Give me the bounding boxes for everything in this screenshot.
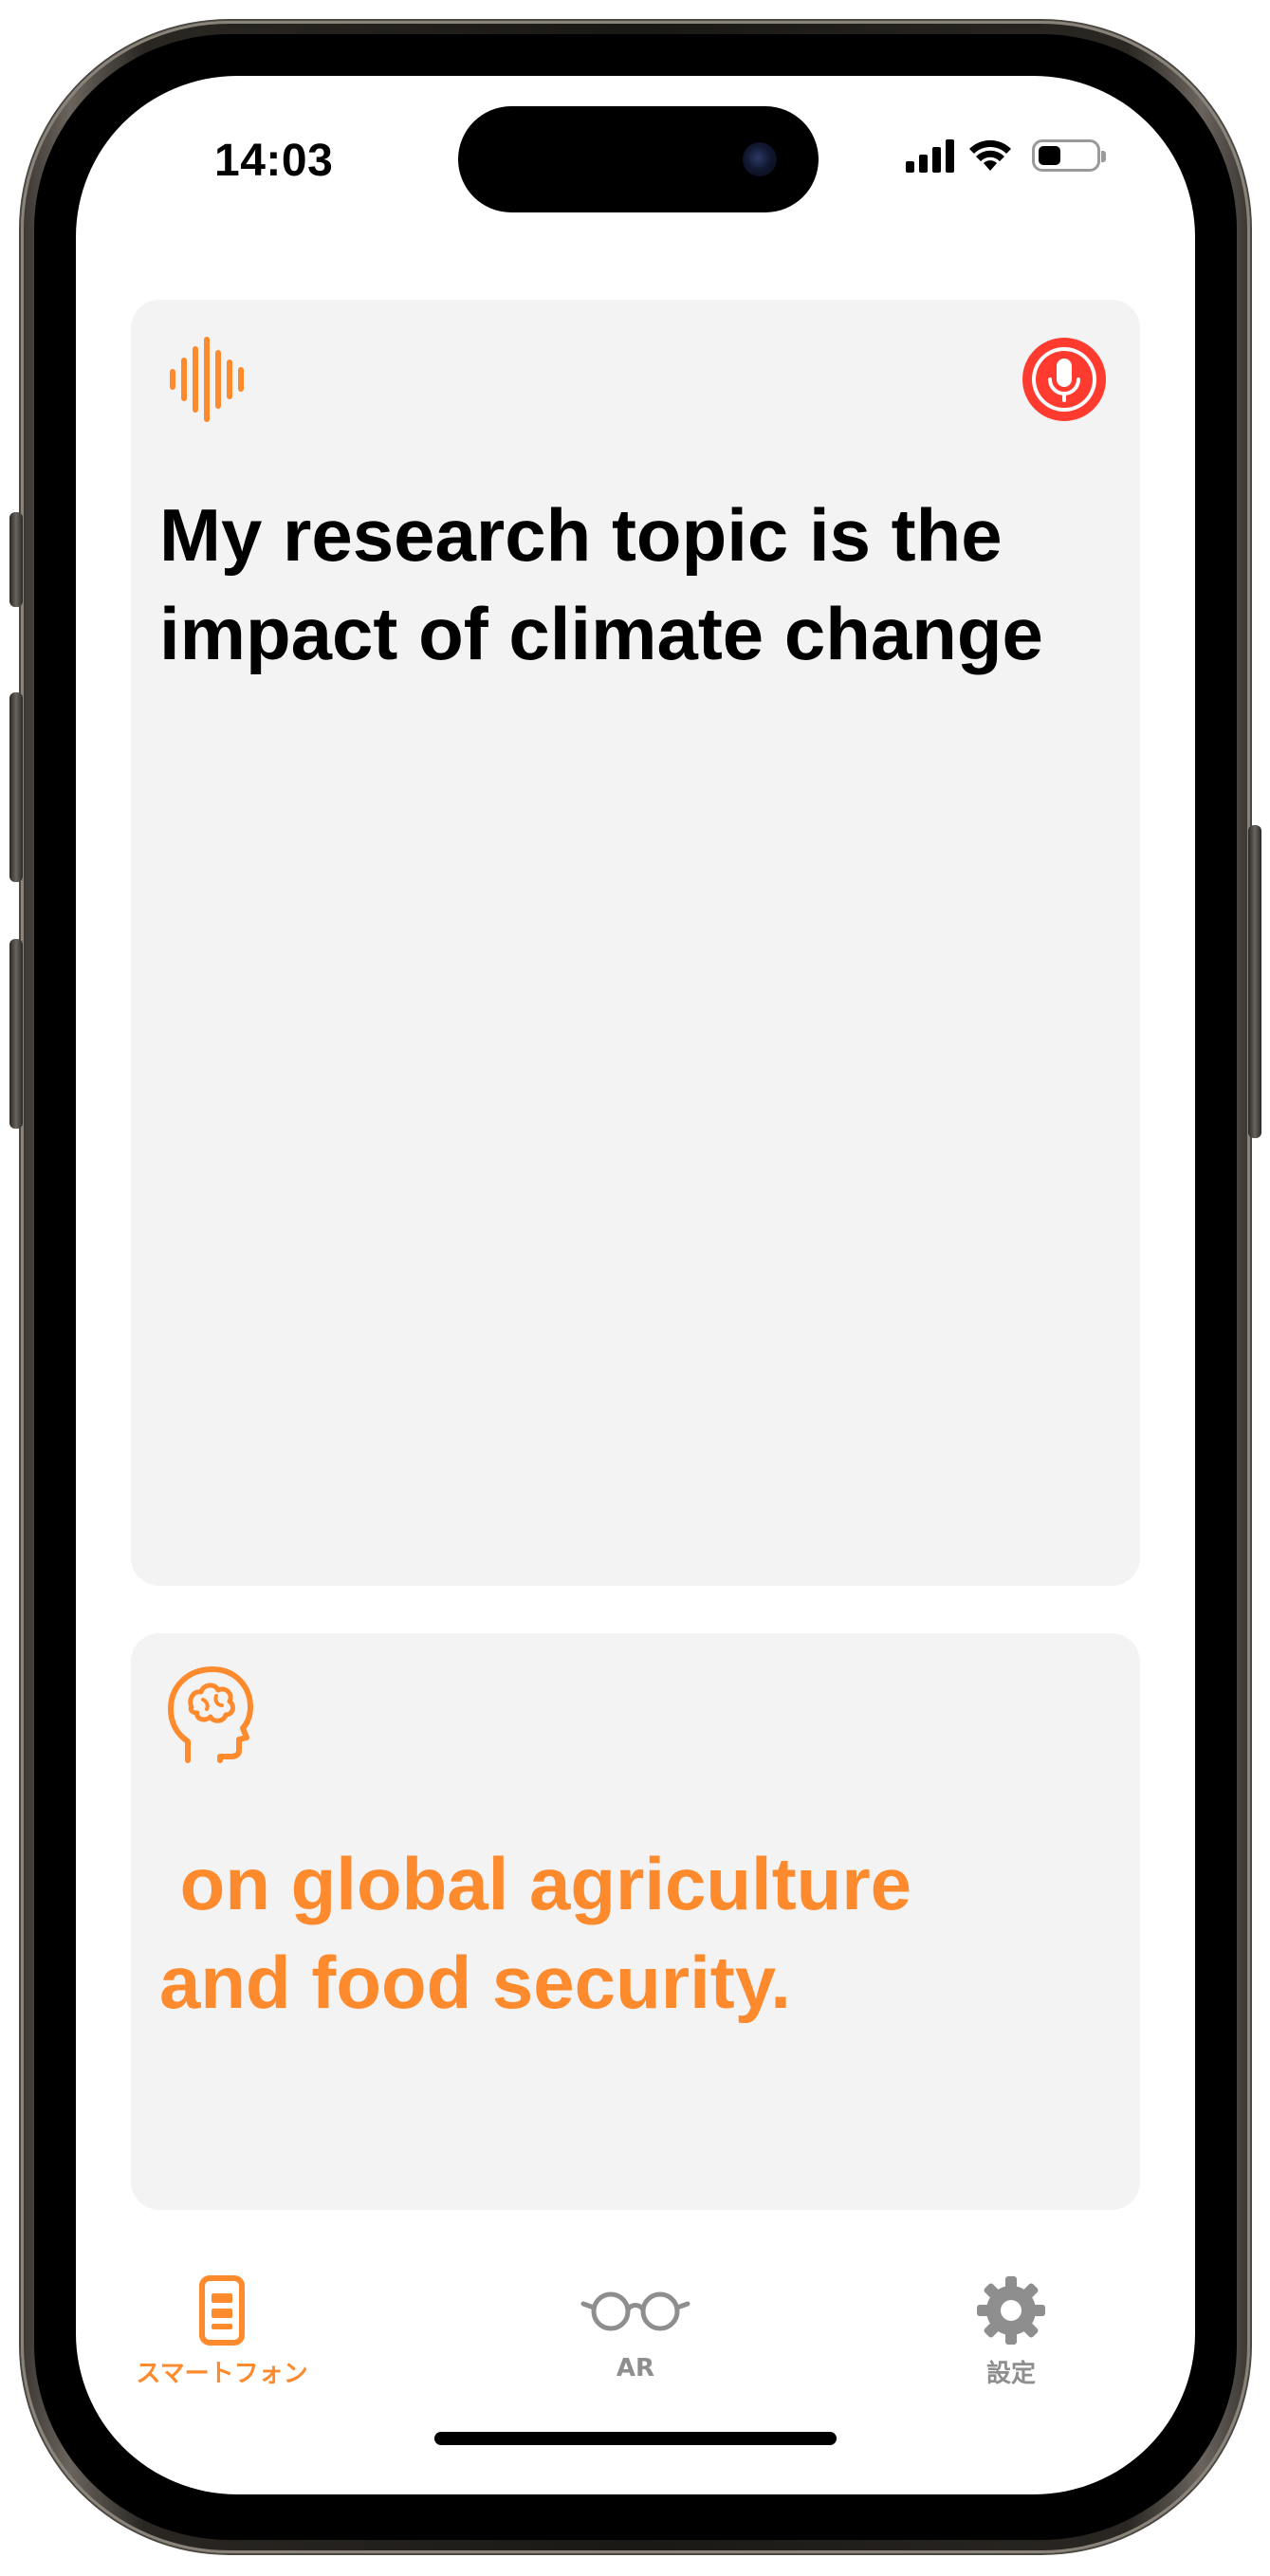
battery-icon bbox=[1032, 139, 1106, 172]
status-time: 14:03 bbox=[214, 136, 334, 186]
tab-bar: スマートフォン AR 設定 bbox=[76, 2272, 1195, 2405]
dynamic-island bbox=[458, 106, 819, 212]
tab-settings-label: 設定 bbox=[985, 2360, 1036, 2388]
power-button bbox=[1248, 825, 1261, 1138]
transcript-text: My research topic is the impact of clima… bbox=[159, 493, 1043, 675]
volume-down-button bbox=[9, 939, 23, 1129]
volume-up-button bbox=[9, 692, 23, 882]
cellular-signal-icon bbox=[906, 138, 954, 173]
tab-ar[interactable]: AR bbox=[522, 2272, 749, 2405]
smartphone-icon bbox=[199, 2275, 245, 2346]
suggestion-card: on global agriculture and food security. bbox=[131, 1633, 1140, 2210]
screen: 14:03 My research topic is the impact of… bbox=[76, 76, 1195, 2494]
front-camera bbox=[743, 142, 777, 176]
tab-smartphone[interactable]: スマートフォン bbox=[108, 2272, 336, 2405]
tab-smartphone-label: スマートフォン bbox=[136, 2360, 308, 2388]
glasses-icon bbox=[580, 2291, 690, 2331]
home-indicator[interactable] bbox=[434, 2432, 837, 2445]
wifi-icon bbox=[969, 139, 1011, 171]
tab-settings[interactable]: 設定 bbox=[897, 2272, 1125, 2405]
suggestion-text: on global agriculture and food security. bbox=[159, 1842, 912, 2024]
battery-level-fill bbox=[1039, 146, 1060, 165]
gear-icon bbox=[977, 2276, 1045, 2345]
transcript-card: My research topic is the impact of clima… bbox=[131, 300, 1140, 1586]
waveform-icon bbox=[170, 337, 244, 422]
microphone-icon bbox=[1032, 347, 1096, 412]
tab-ar-label: AR bbox=[616, 2354, 655, 2383]
status-icons bbox=[906, 138, 1106, 173]
brain-head-icon bbox=[168, 1666, 253, 1763]
action-button bbox=[9, 512, 23, 607]
microphone-button[interactable] bbox=[1022, 338, 1106, 421]
